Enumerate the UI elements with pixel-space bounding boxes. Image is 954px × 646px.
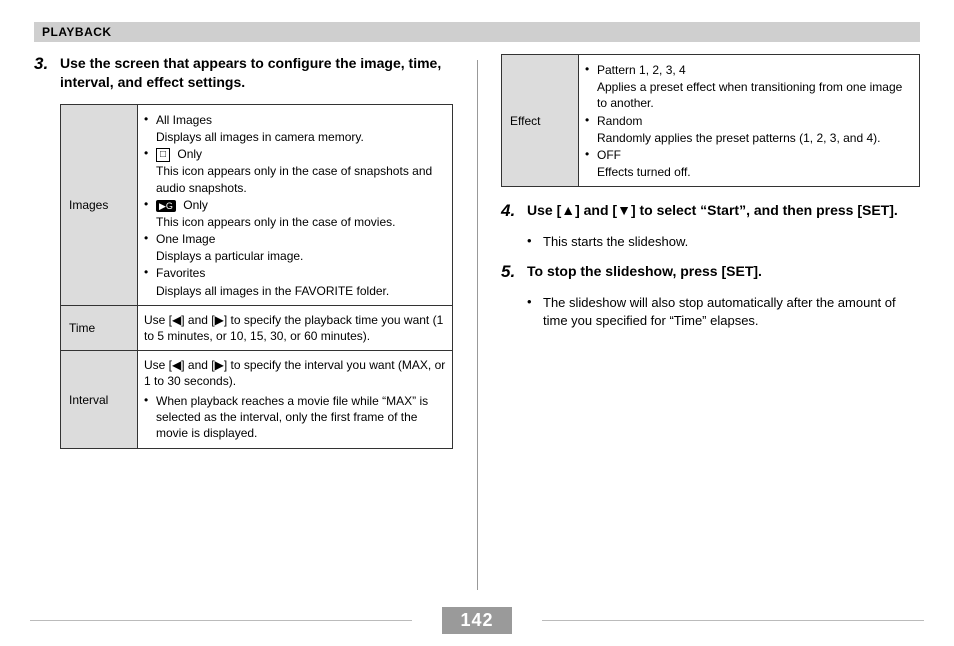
- footer-line-left: [30, 620, 412, 621]
- page-footer: 142: [0, 607, 954, 634]
- step-title: To stop the slideshow, press [SET].: [527, 262, 762, 282]
- step-number: 5.: [501, 262, 527, 282]
- column-divider: [477, 60, 478, 590]
- table-row: Time Use [◀] and [▶] to specify the play…: [61, 305, 453, 350]
- cell-val-time: Use [◀] and [▶] to specify the playback …: [138, 305, 453, 350]
- opt-off: OFF: [597, 147, 621, 163]
- opt-favorites-desc: Displays all images in the FAVORITE fold…: [144, 283, 446, 299]
- config-table-1: Images •All Images Displays all images i…: [60, 104, 453, 449]
- cell-key-effect: Effect: [502, 55, 579, 187]
- movie-icon: ▶G: [156, 200, 176, 212]
- footer-line-right: [542, 620, 924, 621]
- interval-line1: Use [◀] and [▶] to specify the interval …: [144, 357, 446, 389]
- cell-key-time: Time: [61, 305, 138, 350]
- opt-pattern: Pattern 1, 2, 3, 4: [597, 62, 686, 78]
- opt-favorites: Favorites: [156, 265, 205, 281]
- step-title: Use the screen that appears to configure…: [60, 54, 453, 92]
- opt-off-desc: Effects turned off.: [585, 164, 913, 180]
- opt-all-images: All Images: [156, 112, 212, 128]
- right-column: Effect •Pattern 1, 2, 3, 4 Applies a pre…: [477, 54, 920, 459]
- table-row: Effect •Pattern 1, 2, 3, 4 Applies a pre…: [502, 55, 920, 187]
- opt-one-image: One Image: [156, 231, 215, 247]
- table-row: Interval Use [◀] and [▶] to specify the …: [61, 351, 453, 449]
- step-4-sub: •This starts the slideshow.: [501, 233, 920, 251]
- manual-page: PLAYBACK 3. Use the screen that appears …: [0, 0, 954, 646]
- config-table-wrap: Images •All Images Displays all images i…: [34, 104, 453, 449]
- step-number: 4.: [501, 201, 527, 221]
- opt-snap-only-desc: This icon appears only in the case of sn…: [144, 163, 446, 195]
- opt-one-image-desc: Displays a particular image.: [144, 248, 446, 264]
- opt-snap-only: □ Only: [156, 146, 202, 162]
- step-5: 5. To stop the slideshow, press [SET].: [501, 262, 920, 282]
- cell-val-images: •All Images Displays all images in camer…: [138, 104, 453, 305]
- section-header: PLAYBACK: [34, 22, 920, 42]
- opt-random-desc: Randomly applies the preset patterns (1,…: [585, 130, 913, 146]
- cell-key-interval: Interval: [61, 351, 138, 449]
- left-column: 3. Use the screen that appears to config…: [34, 54, 477, 459]
- step-3: 3. Use the screen that appears to config…: [34, 54, 453, 92]
- step-4: 4. Use [▲] and [▼] to select “Start”, an…: [501, 201, 920, 221]
- step-5-sub: •The slideshow will also stop automatica…: [501, 294, 920, 330]
- interval-line2: When playback reaches a movie file while…: [156, 393, 446, 442]
- cell-key-images: Images: [61, 104, 138, 305]
- step-title: Use [▲] and [▼] to select “Start”, and t…: [527, 201, 898, 221]
- snapshot-icon: □: [156, 148, 170, 162]
- cell-val-effect: •Pattern 1, 2, 3, 4 Applies a preset eff…: [579, 55, 920, 187]
- opt-pattern-desc: Applies a preset effect when transitioni…: [585, 79, 913, 111]
- opt-random: Random: [597, 113, 642, 129]
- opt-all-images-desc: Displays all images in camera memory.: [144, 129, 446, 145]
- page-number: 142: [442, 607, 511, 634]
- config-table-2: Effect •Pattern 1, 2, 3, 4 Applies a pre…: [501, 54, 920, 187]
- step-number: 3.: [34, 54, 60, 92]
- opt-movie-only-desc: This icon appears only in the case of mo…: [144, 214, 446, 230]
- table-row: Images •All Images Displays all images i…: [61, 104, 453, 305]
- opt-movie-only: ▶G Only: [156, 197, 208, 213]
- cell-val-interval: Use [◀] and [▶] to specify the interval …: [138, 351, 453, 449]
